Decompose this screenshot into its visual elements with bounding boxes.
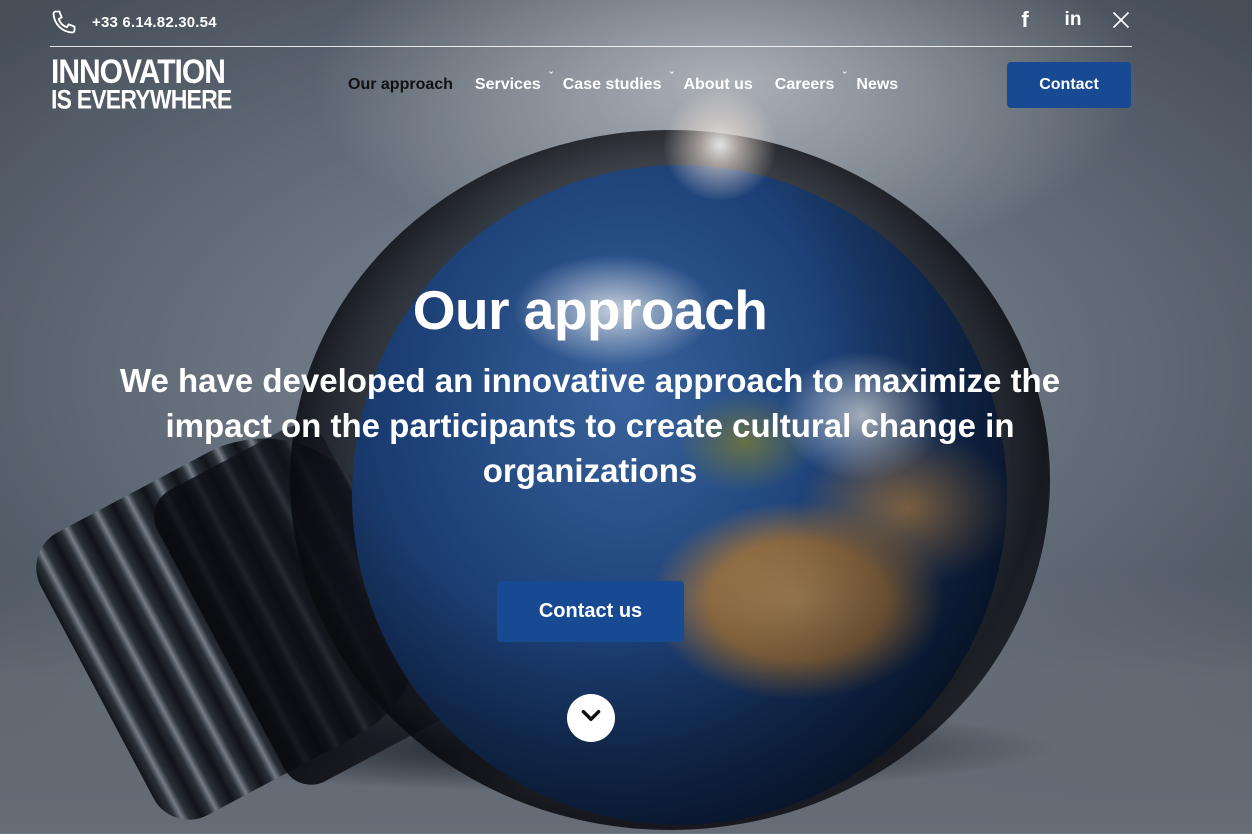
phone-contact[interactable]: +33 6.14.82.30.54 <box>50 8 217 36</box>
chevron-down-icon: ˇ <box>669 71 674 83</box>
scroll-down-button[interactable] <box>567 694 615 742</box>
chevron-down-icon: ˇ <box>549 71 553 83</box>
main-nav: Our approach Services ˇ Case studies ˇ A… <box>348 62 920 108</box>
nav-item-case-studies[interactable]: Case studies ˇ <box>562 71 674 94</box>
nav-item-careers[interactable]: Careers ˇ <box>774 71 847 94</box>
nav-label: News <box>856 76 899 93</box>
nav-label: Services <box>474 76 541 93</box>
nav-item-about-us[interactable]: About us <box>683 76 752 94</box>
linkedin-icon[interactable]: in <box>1062 8 1084 32</box>
x-twitter-icon[interactable] <box>1110 8 1132 32</box>
nav-label: Careers <box>774 76 835 93</box>
nav-label: About us <box>683 76 753 93</box>
contact-us-button[interactable]: Contact us <box>497 581 684 642</box>
nav-item-news[interactable]: News <box>856 76 898 94</box>
phone-number[interactable]: +33 6.14.82.30.54 <box>92 14 217 31</box>
facebook-icon[interactable]: f <box>1014 7 1036 32</box>
chevron-down-icon <box>578 703 604 734</box>
phone-icon <box>50 8 78 36</box>
social-links: f in <box>1014 7 1132 32</box>
hero-subtitle: We have developed an innovative approach… <box>119 362 1061 489</box>
chevron-down-icon: ˇ <box>842 71 847 83</box>
site-logo[interactable]: INNOVATION IS EVERYWHERE <box>51 53 232 112</box>
page-title: Our approach <box>412 279 768 341</box>
contact-button[interactable]: Contact <box>1007 62 1131 108</box>
nav-label: Case studies <box>562 76 662 93</box>
nav-item-services[interactable]: Services ˇ <box>474 71 553 94</box>
logo-line-1: INNOVATION <box>51 53 226 92</box>
nav-item-our-approach[interactable]: Our approach <box>348 76 453 94</box>
logo-line-2: IS EVERYWHERE <box>51 83 232 114</box>
nav-label: Our approach <box>348 76 453 93</box>
top-bar: +33 6.14.82.30.54 f in <box>50 0 1132 47</box>
